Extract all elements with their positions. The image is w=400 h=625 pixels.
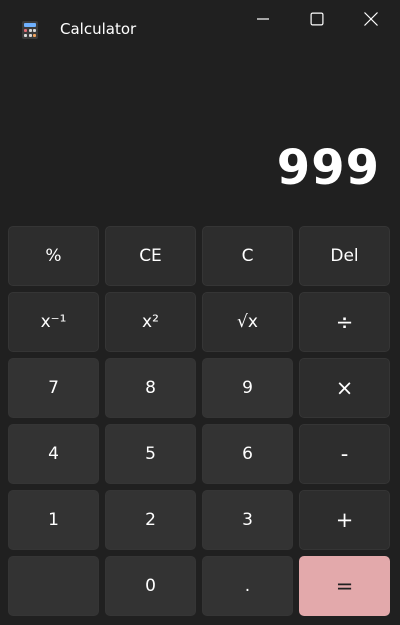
calculator-icon (22, 21, 38, 39)
digit-6-button[interactable]: 6 (202, 424, 293, 484)
minimize-icon (257, 18, 269, 20)
close-icon (364, 12, 378, 26)
digit-0-button[interactable]: 0 (105, 556, 196, 616)
delete-button[interactable]: Del (299, 226, 390, 286)
digit-3-button[interactable]: 3 (202, 490, 293, 550)
clear-button[interactable]: C (202, 226, 293, 286)
digit-9-button[interactable]: 9 (202, 358, 293, 418)
percent-button[interactable]: % (8, 226, 99, 286)
digit-7-button[interactable]: 7 (8, 358, 99, 418)
divide-button[interactable]: ÷ (299, 292, 390, 352)
minimize-button[interactable] (240, 0, 286, 38)
result-display: 999 (276, 140, 380, 196)
close-button[interactable] (348, 0, 394, 38)
window-title: Calculator (60, 20, 137, 38)
digit-2-button[interactable]: 2 (105, 490, 196, 550)
maximize-icon (310, 12, 324, 26)
title-bar[interactable]: Calculator (0, 0, 400, 46)
decimal-button[interactable]: . (202, 556, 293, 616)
square-root-button[interactable]: √x (202, 292, 293, 352)
square-button[interactable]: x² (105, 292, 196, 352)
calculator-window: Calculator 999 % CE C Del x⁻¹ x² √x ÷ 7 (0, 0, 400, 625)
digit-5-button[interactable]: 5 (105, 424, 196, 484)
reciprocal-button[interactable]: x⁻¹ (8, 292, 99, 352)
multiply-button[interactable]: × (299, 358, 390, 418)
clear-entry-button[interactable]: CE (105, 226, 196, 286)
add-button[interactable]: + (299, 490, 390, 550)
digit-4-button[interactable]: 4 (8, 424, 99, 484)
digit-8-button[interactable]: 8 (105, 358, 196, 418)
blank-button[interactable] (8, 556, 99, 616)
keypad: % CE C Del x⁻¹ x² √x ÷ 7 8 9 × 4 5 6 - 1… (8, 226, 392, 616)
maximize-button[interactable] (294, 0, 340, 38)
subtract-button[interactable]: - (299, 424, 390, 484)
digit-1-button[interactable]: 1 (8, 490, 99, 550)
equals-button[interactable]: = (299, 556, 390, 616)
